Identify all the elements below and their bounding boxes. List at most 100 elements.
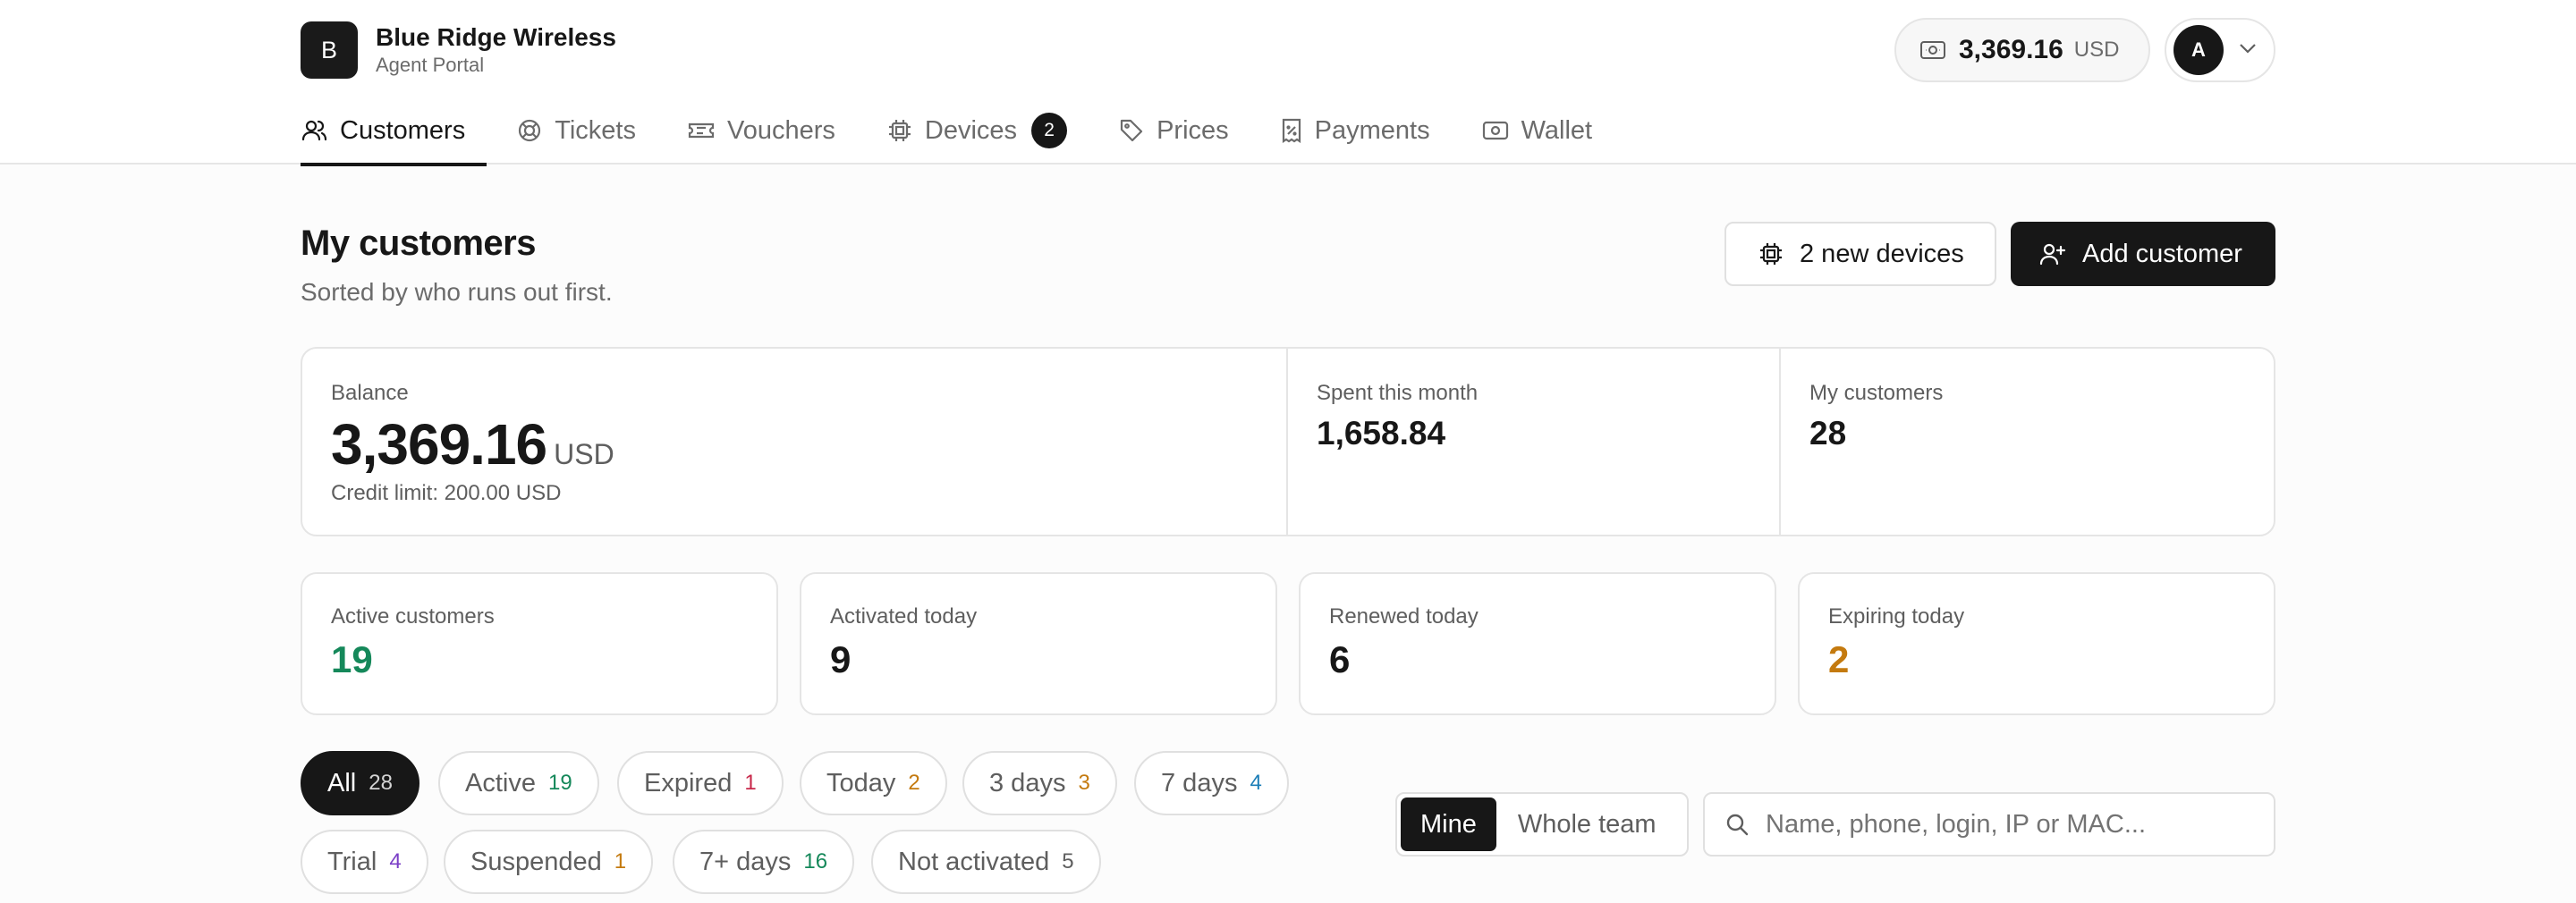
brand-subtitle: Agent Portal xyxy=(376,54,485,76)
search-input[interactable] xyxy=(1766,809,2267,840)
chip-count: 28 xyxy=(369,771,393,795)
lifebuoy-icon xyxy=(517,118,542,143)
header-balance-amount: 3,369.16 xyxy=(1959,35,2063,64)
kpi-value: 9 xyxy=(830,638,852,680)
filter-chip-3-days[interactable]: 3 days 3 xyxy=(962,751,1117,815)
top-navigation-bar: B Blue Ridge Wireless Agent Portal 3,369… xyxy=(0,0,2576,166)
credit-limit: Credit limit: 200.00 USD xyxy=(331,481,562,505)
balance-stat: Balance 3,369.16 USD Credit limit: 200.00… xyxy=(302,349,1288,535)
chip-count: 4 xyxy=(1250,771,1262,795)
chip-label: Trial xyxy=(327,847,377,876)
filter-chip-trial[interactable]: Trial 4 xyxy=(301,830,428,894)
brand-logo: B xyxy=(301,21,358,79)
tab-label: Wallet xyxy=(1521,115,1593,145)
tab-label: Customers xyxy=(340,115,466,145)
chip-icon xyxy=(887,118,912,143)
main-tabs: Customers Tickets Vouchers Devices 2 Pri… xyxy=(301,97,1644,166)
scope-mine-button[interactable]: Mine xyxy=(1401,798,1496,851)
chip-label: All xyxy=(327,768,357,798)
kpi-label: Activated today xyxy=(830,604,978,629)
spent-value: 1,658.84 xyxy=(1317,415,1446,452)
balance-value: 3,369.16 xyxy=(331,412,547,477)
tag-icon xyxy=(1119,118,1144,143)
header-balance-pill[interactable]: 3,369.16 USD xyxy=(1894,18,2150,82)
kpi-activated-today[interactable]: Activated today 9 xyxy=(800,572,1277,715)
tab-label: Tickets xyxy=(555,115,636,145)
tab-label: Devices xyxy=(924,115,1018,145)
tab-label: Payments xyxy=(1314,115,1430,145)
chip-icon xyxy=(1758,241,1784,266)
users-icon xyxy=(301,118,327,143)
new-devices-button[interactable]: 2 new devices xyxy=(1724,222,1996,286)
customers-stat: My customers 28 xyxy=(1781,349,2274,535)
filter-chip-today[interactable]: Today 2 xyxy=(800,751,947,815)
filter-chip-all[interactable]: All 28 xyxy=(301,751,419,815)
banknote-icon xyxy=(1919,39,1946,61)
chip-label: Not activated xyxy=(898,847,1050,876)
chip-label: Suspended xyxy=(470,847,602,876)
chip-count: 19 xyxy=(547,771,572,795)
balance-label: Balance xyxy=(331,381,409,405)
chip-label: 7 days xyxy=(1161,768,1238,798)
tab-customers[interactable]: Customers xyxy=(301,97,487,166)
kpi-renewed-today[interactable]: Renewed today 6 xyxy=(1299,572,1776,715)
filter-chip-7-plus-days[interactable]: 7+ days 16 xyxy=(673,830,855,894)
chip-count: 5 xyxy=(1062,849,1074,873)
spent-label: Spent this month xyxy=(1317,381,1479,405)
kpi-active-customers[interactable]: Active customers 19 xyxy=(301,572,778,715)
new-devices-label: 2 new devices xyxy=(1800,239,1964,268)
kpi-expiring-today[interactable]: Expiring today 2 xyxy=(1798,572,2275,715)
chip-label: 3 days xyxy=(989,768,1066,798)
tab-label: Prices xyxy=(1157,115,1229,145)
customer-search xyxy=(1703,792,2275,857)
chip-label: Today xyxy=(826,768,896,798)
scope-toggle: Mine Whole team xyxy=(1395,792,1689,857)
add-customer-button[interactable]: Add customer xyxy=(2011,222,2275,286)
add-customer-label: Add customer xyxy=(2082,239,2242,268)
balance-unit: USD xyxy=(554,438,614,470)
kpi-value: 2 xyxy=(1828,638,1850,680)
kpi-value: 6 xyxy=(1329,638,1351,680)
user-plus-icon xyxy=(2039,241,2066,266)
filter-chip-expired[interactable]: Expired 1 xyxy=(617,751,784,815)
tab-prices[interactable]: Prices xyxy=(1119,97,1229,165)
chip-label: 7+ days xyxy=(699,847,792,876)
filter-chip-suspended[interactable]: Suspended 1 xyxy=(444,830,654,894)
spent-stat: Spent this month 1,658.84 xyxy=(1288,349,1781,535)
brand[interactable]: B Blue Ridge Wireless Agent Portal xyxy=(301,21,616,79)
brand-name: Blue Ridge Wireless xyxy=(376,23,616,51)
kpi-label: Active customers xyxy=(331,604,495,629)
chevron-down-icon xyxy=(2238,42,2258,59)
tab-label: Vouchers xyxy=(726,115,835,145)
receipt-icon xyxy=(1281,118,1302,143)
search-icon xyxy=(1724,812,1750,837)
filter-chip-not-activated[interactable]: Not activated 5 xyxy=(871,830,1101,894)
header-balance-currency: USD xyxy=(2073,38,2120,62)
summary-card: Balance 3,369.16 USD Credit limit: 200.00… xyxy=(301,347,2275,536)
avatar: A xyxy=(2174,25,2224,75)
tab-payments[interactable]: Payments xyxy=(1281,97,1430,165)
banknote-icon xyxy=(1482,120,1509,141)
filter-chip-active[interactable]: Active 19 xyxy=(438,751,599,815)
customers-value: 28 xyxy=(1809,415,1847,452)
scope-whole-team-button[interactable]: Whole team xyxy=(1496,798,1678,851)
chip-count: 1 xyxy=(614,849,627,873)
kpi-value: 19 xyxy=(331,638,373,680)
chip-count: 16 xyxy=(803,849,828,873)
customers-label: My customers xyxy=(1809,381,1944,405)
kpi-label: Renewed today xyxy=(1329,604,1479,629)
ticket-icon xyxy=(688,120,715,141)
chip-count: 4 xyxy=(389,849,402,873)
devices-count-badge: 2 xyxy=(1031,113,1068,148)
chip-label: Active xyxy=(465,768,536,798)
tab-wallet[interactable]: Wallet xyxy=(1482,97,1593,165)
filter-chip-7-days[interactable]: 7 days 4 xyxy=(1134,751,1289,815)
tab-devices[interactable]: Devices 2 xyxy=(887,97,1068,165)
page-subtitle: Sorted by who runs out first. xyxy=(301,278,613,306)
user-menu-button[interactable]: A xyxy=(2165,18,2275,82)
chip-label: Expired xyxy=(644,768,733,798)
tab-tickets[interactable]: Tickets xyxy=(517,97,636,165)
chip-count: 3 xyxy=(1078,771,1090,795)
tab-vouchers[interactable]: Vouchers xyxy=(688,97,835,165)
kpi-label: Expiring today xyxy=(1828,604,1965,629)
